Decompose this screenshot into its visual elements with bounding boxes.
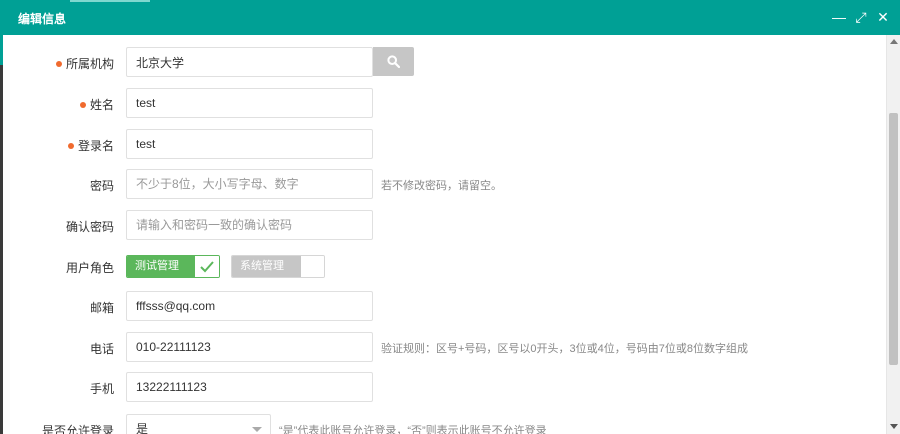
unchecked-box — [300, 256, 324, 277]
row-login: 登录名 — [3, 129, 883, 159]
allow-login-value: 是 — [136, 422, 149, 434]
close-icon[interactable]: ✕ — [876, 9, 890, 25]
name-label: 姓名 — [79, 96, 114, 113]
form-content: 所属机构 姓名 登录名 密码 若不修改密码，请留空。 — [3, 35, 886, 434]
checkmark-icon — [195, 256, 219, 277]
chevron-down-icon — [252, 427, 262, 432]
roles-label: 用户角色 — [65, 261, 114, 275]
role-name: 系统管理员 — [232, 256, 301, 277]
required-dot-icon — [55, 61, 62, 67]
maximize-icon[interactable]: ⤢ — [854, 9, 868, 25]
dialog-title: 编辑信息 — [18, 12, 67, 26]
confirm-password-input[interactable] — [126, 210, 373, 240]
allow-login-hint: “是”代表此账号允许登录，“否”则表示此账号不允许登录 — [279, 425, 547, 434]
name-input[interactable] — [126, 88, 373, 118]
scroll-down-icon[interactable] — [890, 424, 898, 429]
scroll-up-icon[interactable] — [890, 39, 898, 44]
row-password: 密码 若不修改密码，请留空。 — [3, 169, 883, 199]
confirm-password-label: 确认密码 — [65, 220, 114, 234]
row-name: 姓名 — [3, 88, 883, 118]
edit-info-dialog: 编辑信息 — ⤢ ✕ 所属机构 姓名 登录名 — [0, 0, 900, 434]
row-org: 所属机构 — [3, 47, 883, 77]
email-label: 邮箱 — [89, 301, 114, 315]
role-chip-test-admin[interactable]: 测试管理员 — [126, 255, 220, 278]
login-input[interactable] — [126, 129, 373, 159]
row-mobile: 手机 — [3, 372, 883, 402]
org-search-button[interactable] — [373, 47, 414, 76]
login-label: 登录名 — [67, 137, 114, 154]
required-dot-icon — [67, 143, 74, 149]
search-icon — [387, 55, 400, 68]
minimize-icon[interactable]: — — [832, 9, 846, 25]
org-input[interactable] — [126, 47, 373, 77]
phone-input[interactable] — [126, 332, 373, 362]
mobile-input[interactable] — [126, 372, 373, 402]
required-dot-icon — [79, 102, 86, 108]
row-roles: 用户角色 测试管理员 系统管理员 — [3, 254, 883, 284]
scrollbar-thumb[interactable] — [889, 113, 898, 365]
password-label: 密码 — [89, 179, 114, 193]
row-allow-login: 是否允许登录 是 “是”代表此账号允许登录，“否”则表示此账号不允许登录 — [3, 414, 883, 434]
dialog-titlebar: 编辑信息 — ⤢ ✕ — [0, 0, 900, 35]
phone-label: 电话 — [89, 342, 114, 356]
row-confirm-password: 确认密码 — [3, 210, 883, 240]
password-hint: 若不修改密码，请留空。 — [381, 180, 502, 192]
role-name: 测试管理员 — [127, 256, 195, 277]
vertical-scrollbar[interactable] — [886, 35, 900, 434]
row-email: 邮箱 — [3, 291, 883, 321]
email-input[interactable] — [126, 291, 373, 321]
phone-hint: 验证规则：区号+号码，区号以0开头，3位或4位，号码由7位或8位数字组成 — [381, 343, 749, 355]
titlebar-accent — [70, 0, 150, 2]
role-chip-system-admin[interactable]: 系统管理员 — [231, 255, 325, 278]
row-phone: 电话 验证规则：区号+号码，区号以0开头，3位或4位，号码由7位或8位数字组成 — [3, 332, 883, 362]
mobile-label: 手机 — [89, 382, 114, 396]
allow-login-label: 是否允许登录 — [41, 424, 114, 434]
org-label: 所属机构 — [55, 55, 114, 72]
window-controls: — ⤢ ✕ — [832, 9, 890, 25]
password-input[interactable] — [126, 169, 373, 199]
allow-login-select[interactable]: 是 — [126, 414, 271, 434]
